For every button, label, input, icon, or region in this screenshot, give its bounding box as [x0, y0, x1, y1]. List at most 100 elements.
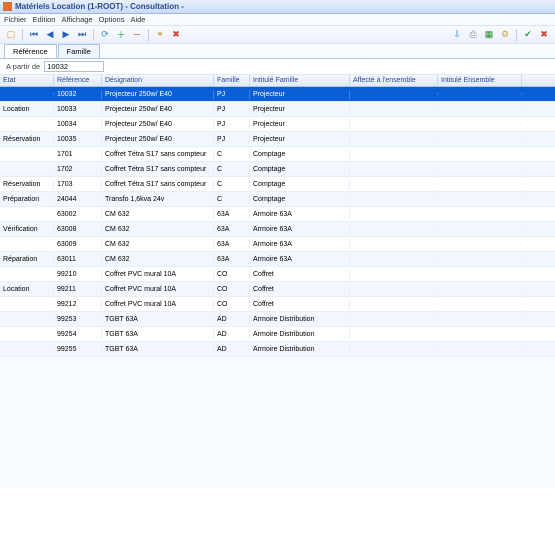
table-row[interactable]: 10034Projecteur 250w/ E40PJProjecteur	[0, 117, 555, 132]
tab-reference[interactable]: Référence	[4, 44, 57, 58]
separator	[22, 29, 23, 41]
excel-icon[interactable]: ▦	[482, 28, 496, 42]
menu-affichage[interactable]: Affichage	[61, 15, 92, 24]
cell: 1703	[54, 180, 102, 189]
cell	[350, 228, 438, 230]
add-icon[interactable]: ＋	[114, 28, 128, 42]
cell: Projecteur 250w/ E40	[102, 105, 214, 114]
table-row[interactable]: 99255TGBT 63AADArmoire Distribution	[0, 342, 555, 357]
cell: AD	[214, 315, 250, 324]
table-row[interactable]: 1702Coffret Tétra S17 sans compteurCComp…	[0, 162, 555, 177]
cell: 1701	[54, 150, 102, 159]
table-row[interactable]: Location99211Coffret PVC mural 10ACOCoff…	[0, 282, 555, 297]
filter-input[interactable]	[44, 61, 104, 72]
table-row[interactable]: Location10033Projecteur 250w/ E40PJProje…	[0, 102, 555, 117]
cell	[438, 183, 522, 185]
cell: Armoire 63A	[250, 255, 350, 264]
col-etat[interactable]: Etat	[0, 75, 54, 86]
export-icon[interactable]: ⇩	[450, 28, 464, 42]
cell: Coffret	[250, 285, 350, 294]
cell: Armoire 63A	[250, 240, 350, 249]
next-icon[interactable]: ▶	[59, 28, 73, 42]
table-row[interactable]: 99254TGBT 63AADArmoire Distribution	[0, 327, 555, 342]
table-row[interactable]: Réservation1703Coffret Tétra S17 sans co…	[0, 177, 555, 192]
table-row[interactable]: Réservation10035Projecteur 250w/ E40PJPr…	[0, 132, 555, 147]
cell: Comptage	[250, 195, 350, 204]
cell: Projecteur	[250, 120, 350, 129]
cell: 63A	[214, 255, 250, 264]
cell	[438, 93, 522, 95]
col-intitule-ensemble[interactable]: Intitulé Ensemble	[438, 75, 522, 86]
cell: Réservation	[0, 180, 54, 189]
delete-icon[interactable]: －	[130, 28, 144, 42]
cell	[438, 198, 522, 200]
table-row[interactable]: 99210Coffret PVC mural 10ACOCoffret	[0, 267, 555, 282]
table-row[interactable]: Vérification63008CM 63263AArmoire 63A	[0, 222, 555, 237]
data-grid[interactable]: Etat Référence Désignation Famille Intit…	[0, 75, 555, 555]
cell	[438, 333, 522, 335]
cell: Vérification	[0, 225, 54, 234]
filter-bar: A partir de	[0, 59, 555, 75]
table-row[interactable]: 99212Coffret PVC mural 10ACOCoffret	[0, 297, 555, 312]
cell	[438, 288, 522, 290]
cell	[0, 318, 54, 320]
menu-fichier[interactable]: Fichier	[4, 15, 27, 24]
cell: Projecteur 250w/ E40	[102, 135, 214, 144]
menu-edition[interactable]: Edition	[33, 15, 56, 24]
cell	[0, 303, 54, 305]
close-icon[interactable]: ✖	[169, 28, 183, 42]
cell: TGBT 63A	[102, 345, 214, 354]
print-icon[interactable]: ⎙	[466, 28, 480, 42]
table-row[interactable]: 10032Projecteur 250w/ E40PJProjecteur	[0, 87, 555, 102]
cell	[0, 348, 54, 350]
cell	[0, 93, 54, 95]
cell: Location	[0, 105, 54, 114]
cell	[438, 123, 522, 125]
app-icon	[3, 2, 12, 11]
cell	[350, 93, 438, 95]
cell: Coffret Tétra S17 sans compteur	[102, 165, 214, 174]
col-intitule-famille[interactable]: Intitulé Famille	[250, 75, 350, 86]
menu-options[interactable]: Options	[99, 15, 125, 24]
last-icon[interactable]: ⏭	[75, 28, 89, 42]
cell	[350, 333, 438, 335]
table-row[interactable]: 99253TGBT 63AADArmoire Distribution	[0, 312, 555, 327]
ok-icon[interactable]: ✔	[521, 28, 535, 42]
action-icon[interactable]: ✶	[153, 28, 167, 42]
cell	[438, 273, 522, 275]
cell: Projecteur	[250, 105, 350, 114]
cell: Réservation	[0, 135, 54, 144]
cell	[438, 153, 522, 155]
menu-aide[interactable]: Aide	[130, 15, 145, 24]
cell: 10034	[54, 120, 102, 129]
toolbar-right: ⇩ ⎙ ▦ ⚙ ✔ ✖	[450, 28, 551, 42]
cell	[350, 348, 438, 350]
prev-icon[interactable]: ◀	[43, 28, 57, 42]
col-reference[interactable]: Référence	[54, 75, 102, 86]
refresh-icon[interactable]: ⟳	[98, 28, 112, 42]
cell	[350, 318, 438, 320]
col-designation[interactable]: Désignation	[102, 75, 214, 86]
col-affecte[interactable]: Affecté à l'ensemble	[350, 75, 438, 86]
cell: 10033	[54, 105, 102, 114]
cell: Projecteur 250w/ E40	[102, 90, 214, 99]
table-row[interactable]: Préparation24044Transfo 1,6kva 24vCCompt…	[0, 192, 555, 207]
cell: CO	[214, 285, 250, 294]
tab-famille[interactable]: Famille	[58, 44, 100, 58]
cell: 24044	[54, 195, 102, 204]
cell: PJ	[214, 90, 250, 99]
cell	[350, 213, 438, 215]
cell: TGBT 63A	[102, 330, 214, 339]
config-icon[interactable]: ⚙	[498, 28, 512, 42]
first-icon[interactable]: ⏮	[27, 28, 41, 42]
cancel-icon[interactable]: ✖	[537, 28, 551, 42]
cell: Armoire 63A	[250, 225, 350, 234]
cell: AD	[214, 345, 250, 354]
table-row[interactable]: Réparation63011CM 63263AArmoire 63A	[0, 252, 555, 267]
table-row[interactable]: 63002CM 63263AArmoire 63A	[0, 207, 555, 222]
new-icon[interactable]: ▢	[4, 28, 18, 42]
table-row[interactable]: 63009CM 63263AArmoire 63A	[0, 237, 555, 252]
cell: Comptage	[250, 165, 350, 174]
table-row[interactable]: 1701Coffret Tétra S17 sans compteurCComp…	[0, 147, 555, 162]
col-famille[interactable]: Famille	[214, 75, 250, 86]
